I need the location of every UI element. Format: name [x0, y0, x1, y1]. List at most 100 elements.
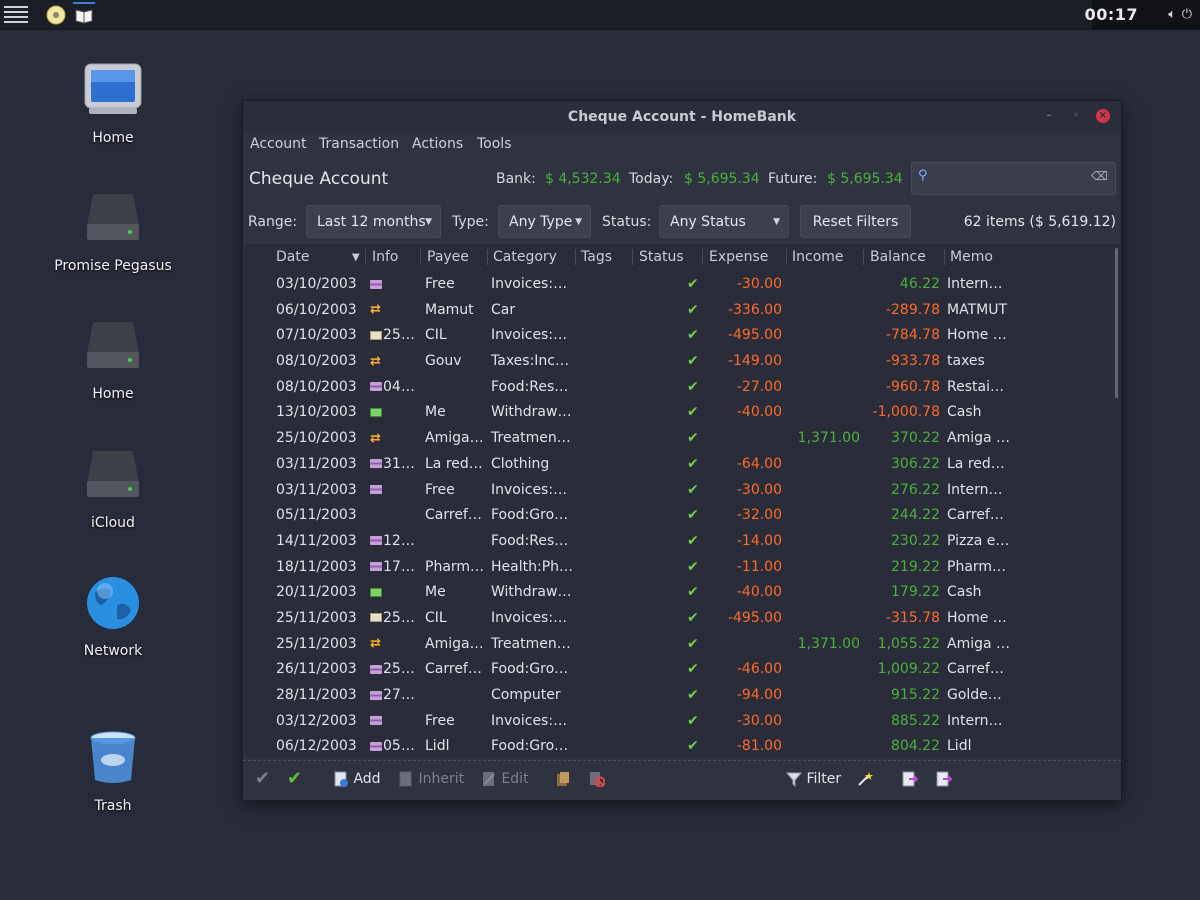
table-row[interactable]: 05/11/2003 Carref… Food:Gro… ✔ -32.00 244.22 C… [244, 502, 1120, 528]
account-name: Cheque Account [249, 169, 389, 189]
table-row[interactable]: 25/11/2003 25… CIL Invoices:… ✔ -495.00 -315.7… [244, 605, 1120, 631]
reconcile-icon[interactable]: ✔ [255, 768, 270, 789]
cell-memo: Amiga … [947, 430, 1011, 447]
add-button[interactable]: Add [333, 771, 381, 787]
future-label: Future: [768, 171, 818, 187]
cell-date: 20/11/2003 [276, 584, 357, 601]
vertical-scrollbar[interactable] [1115, 248, 1118, 398]
cell-info [370, 482, 420, 498]
transactions-table: Date ▼ Info Payee Category Tags Status E… [244, 244, 1120, 757]
table-row[interactable]: 13/10/2003 Me Withdraw… ✔ -40.00 -1,000.78 Cas… [244, 399, 1120, 425]
cell-balance: 804.22 [891, 738, 940, 755]
search-input[interactable]: ⚲ ⌫ [911, 162, 1116, 195]
filter-button[interactable]: Filter [786, 771, 841, 787]
filter-bar: Range: Last 12 months ▼ Type: Any Type ▼ S… [243, 202, 1121, 240]
app-menu-icon[interactable] [4, 6, 28, 23]
delete-icon[interactable] [589, 771, 605, 787]
cell-expense: -30.00 [736, 481, 782, 498]
table-row[interactable]: 18/11/2003 17… Pharm… Health:Ph… ✔ -11.00 219.… [244, 554, 1120, 580]
desktop-icon-promise-pegasus[interactable]: Promise Pegasus [28, 190, 198, 274]
type-label: Type: [452, 214, 489, 230]
export-icon[interactable] [902, 771, 918, 787]
assign-icon[interactable] [555, 771, 571, 787]
column-expense[interactable]: Expense [709, 249, 768, 265]
transfer-icon: ⇄ [370, 353, 381, 369]
cheque-icon [370, 613, 382, 623]
cell-payee: Free [425, 481, 455, 498]
menu-actions[interactable]: Actions [412, 136, 463, 152]
chevron-down-icon: ▼ [575, 217, 582, 227]
clock[interactable]: 00:17 [1085, 5, 1138, 24]
range-select[interactable]: Last 12 months ▼ [306, 205, 441, 238]
desktop-icon-icloud[interactable]: iCloud [28, 447, 198, 531]
import-icon[interactable] [936, 771, 952, 787]
cell-date: 03/11/2003 [276, 455, 357, 472]
table-row[interactable]: 20/11/2003 Me Withdraw… ✔ -40.00 179.22 Cash [244, 579, 1120, 605]
cell-date: 18/11/2003 [276, 558, 357, 575]
table-body: 03/10/2003 Free Invoices:… ✔ -30.00 46.22 Inte… [244, 271, 1120, 757]
table-row[interactable]: 07/10/2003 25… CIL Invoices:… ✔ -495.00 -784.7… [244, 322, 1120, 348]
table-row[interactable]: 08/10/2003 ⇄ Gouv Taxes:Inc… ✔ -149.00 -933.78… [244, 348, 1120, 374]
maximize-button[interactable]: ◦ [1069, 109, 1083, 123]
table-row[interactable]: 25/10/2003 ⇄ Amiga… Treatmen… ✔ 1,371.00 370.2… [244, 425, 1120, 451]
cell-payee: La red… [425, 455, 483, 472]
column-category[interactable]: Category [493, 249, 557, 265]
table-row[interactable]: 03/11/2003 31… La red… Clothing ✔ -64.00 306.2… [244, 451, 1120, 477]
menu-transaction[interactable]: Transaction [319, 136, 399, 152]
volume-icon[interactable]: 🔈︎ [1168, 7, 1176, 22]
table-row[interactable]: 06/12/2003 05… Lidl Food:Gro… ✔ -81.00 804.22 L… [244, 733, 1120, 757]
table-row[interactable]: 06/10/2003 ⇄ Mamut Car ✔ -336.00 -289.78 MATMUT [244, 297, 1120, 323]
cell-memo: Home … [947, 609, 1007, 626]
cell-expense: -40.00 [736, 584, 782, 601]
column-tags[interactable]: Tags [581, 249, 612, 265]
table-row[interactable]: 08/10/2003 04… Food:Res… ✔ -27.00 -960.78 Rest… [244, 374, 1120, 400]
edit-button[interactable]: Edit [481, 771, 529, 787]
table-row[interactable]: 26/11/2003 25… Carref… Food:Gro… ✔ -46.00 1,00… [244, 656, 1120, 682]
column-info[interactable]: Info [372, 249, 399, 265]
minimize-button[interactable]: – [1042, 109, 1056, 123]
table-row[interactable]: 03/10/2003 Free Invoices:… ✔ -30.00 46.22 Inte… [244, 271, 1120, 297]
title-bar[interactable]: Cheque Account - HomeBank – ◦ × [243, 101, 1121, 133]
status-check-icon[interactable]: ✔ [687, 636, 705, 652]
desktop-icon-network[interactable]: Network [28, 575, 198, 659]
menu-tools[interactable]: Tools [477, 136, 512, 152]
column-date[interactable]: Date [276, 249, 309, 265]
desktop-icon-home[interactable]: Home [28, 62, 198, 146]
cell-category: Invoices:… [491, 481, 568, 498]
column-balance[interactable]: Balance [870, 249, 926, 265]
table-row[interactable]: 03/12/2003 Free Invoices:… ✔ -30.00 885.22 Int… [244, 708, 1120, 734]
type-select[interactable]: Any Type ▼ [498, 205, 591, 238]
column-memo[interactable]: Memo [950, 249, 993, 265]
cell-memo: Intern… [947, 712, 1003, 729]
status-check-icon[interactable]: ✔ [687, 430, 705, 446]
cell-date: 05/11/2003 [276, 507, 357, 524]
clear-search-icon[interactable]: ⌫ [1091, 169, 1108, 183]
magic-wand-icon[interactable] [857, 771, 873, 787]
table-row[interactable]: 28/11/2003 27… Computer ✔ -94.00 915.22 Golde… [244, 682, 1120, 708]
desktop-icon-trash[interactable]: Trash [28, 730, 198, 814]
cell-date: 03/12/2003 [276, 712, 357, 729]
power-icon[interactable]: ⏻ [1182, 7, 1192, 22]
book-app-icon[interactable] [73, 2, 95, 26]
column-payee[interactable]: Payee [427, 249, 469, 265]
table-row[interactable]: 25/11/2003 ⇄ Amiga… Treatmen… ✔ 1,371.00 1,055… [244, 631, 1120, 657]
cell-balance: 179.22 [891, 584, 940, 601]
desktop-icon-home-drive[interactable]: Home [28, 318, 198, 402]
cd-app-icon[interactable] [45, 4, 67, 26]
inherit-button[interactable]: Inherit [398, 771, 464, 787]
cell-memo: Home … [947, 327, 1007, 344]
cell-date: 28/11/2003 [276, 687, 357, 703]
column-status[interactable]: Status [639, 249, 684, 265]
close-button[interactable]: × [1096, 109, 1110, 123]
menu-account[interactable]: Account [250, 136, 307, 152]
status-select[interactable]: Any Status ▼ [659, 205, 789, 238]
cell-memo: Pizza e… [947, 532, 1010, 549]
cell-info: 05… [370, 738, 420, 754]
table-row[interactable]: 03/11/2003 Free Invoices:… ✔ -30.00 276.22 Int… [244, 477, 1120, 503]
transfer-icon: ⇄ [370, 636, 381, 652]
clear-icon[interactable]: ✔ [287, 768, 302, 789]
reset-filters-button[interactable]: Reset Filters [800, 205, 911, 238]
table-row[interactable]: 14/11/2003 12… Food:Res… ✔ -14.00 230.22 Pizza… [244, 528, 1120, 554]
desktop-icon-label: Home [92, 386, 134, 402]
column-income[interactable]: Income [792, 249, 844, 265]
